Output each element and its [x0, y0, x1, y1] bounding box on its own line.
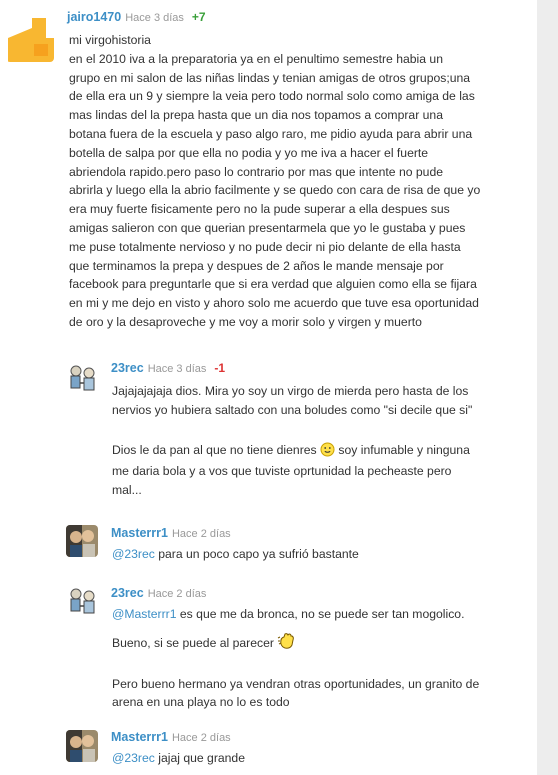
comment-line: @23rec jajaj que grande	[112, 749, 532, 768]
comment-line: Pero bueno hermano ya vendran otras opor…	[112, 676, 480, 691]
comment-line: en mi y me dejo en visto y ahoro solo me…	[69, 296, 479, 311]
scrollbar-track[interactable]	[537, 0, 558, 775]
comment-text: Dios le da pan al que no tiene dienres	[112, 442, 317, 457]
comment-text: es que me da bronca, no se puede ser tan…	[179, 607, 465, 621]
timestamp: Hace 2 días	[147, 588, 207, 600]
comment-line: era muy fuerte fisicamente pero no la pu…	[69, 202, 450, 217]
comment-text: jajaj que grande	[158, 751, 245, 765]
reply-item: 23rec Hace 2 días @Masterrr1 es que me da…	[0, 580, 537, 710]
mention-link[interactable]: @Masterrr1	[112, 607, 177, 621]
username-link[interactable]: Masterrr1	[111, 730, 168, 744]
comment-meta: jairo1470 Hace 3 días +7	[67, 10, 206, 24]
username-link[interactable]: 23rec	[111, 361, 144, 375]
reply-item: Masterrr1 Hace 2 días @23rec para un poco…	[0, 520, 537, 565]
comment-line: @23rec para un poco capo ya sufrió basta…	[112, 545, 532, 564]
timestamp: Hace 2 días	[171, 732, 231, 744]
avatar-image	[66, 586, 98, 618]
comment-line: en el 2010 iva a la preparatoria ya en e…	[69, 51, 443, 66]
reply-item: 23rec Hace 3 días -1 Jajajajajaja dios. Mi…	[0, 355, 537, 505]
comment-body: @23rec para un poco capo ya sufrió basta…	[112, 545, 532, 564]
avatar[interactable]	[6, 14, 54, 62]
timestamp: Hace 2 días	[171, 528, 231, 540]
avatar[interactable]	[66, 730, 98, 762]
comment-line: facebook para preguntarle que si era ver…	[69, 277, 477, 292]
comment-text: para un poco capo ya sufrió bastante	[158, 547, 359, 561]
comment-line: botella de salpa por que ella no podia y…	[69, 145, 429, 160]
comment-line: me puse totalmente nervioso y no pude de…	[69, 239, 461, 254]
comment-body: Jajajajajaja dios. Mira yo soy un virgo …	[112, 382, 532, 500]
avatar[interactable]	[66, 525, 98, 557]
comment-line: botana fuera de la escuela y paso algo r…	[69, 126, 473, 141]
timestamp: Hace 3 días	[125, 12, 184, 24]
reply-item: Masterrr1 Hace 2 días @23rec jajaj que gr…	[0, 725, 537, 775]
timestamp: Hace 3 días	[147, 363, 207, 375]
comment-text: Bueno, si se puede al parecer	[112, 635, 274, 650]
username-link[interactable]: Masterrr1	[111, 526, 168, 540]
comment-line: nervios yo hubiera saltado con una bolud…	[112, 402, 473, 417]
comment-meta: 23rec Hace 3 días -1	[111, 361, 225, 375]
comment-line: @Masterrr1 es que me da bronca, no se pu…	[112, 605, 532, 624]
comment-line: Dios le da pan al que no tiene dienres s…	[112, 441, 532, 463]
smiley-face-icon	[320, 442, 335, 463]
mention-link[interactable]: @23rec	[112, 547, 155, 561]
comment-line: abriendola rapido.pero paso lo contrario…	[69, 164, 444, 179]
avatar[interactable]	[66, 586, 98, 618]
avatar-image	[66, 730, 98, 762]
comment-meta: Masterrr1 Hace 2 días	[111, 526, 231, 540]
comment-line: mi virgohistoria	[69, 33, 151, 47]
avatar-image	[66, 525, 98, 557]
comment-meta: Masterrr1 Hace 2 días	[111, 730, 231, 744]
comment-body: mi virgohistoria en el 2010 iva a la pre…	[69, 31, 534, 332]
comment-line: arena en una playa no lo es todo	[112, 695, 290, 710]
avatar[interactable]	[66, 363, 98, 395]
comment-line: mal...	[112, 483, 142, 498]
comment-line: me daria bola y a vos que tuviste oprtun…	[112, 464, 452, 479]
comment-line: de ella era un 9 y siempre la veia pero …	[69, 89, 475, 104]
comment-line: amigas salieron con que querian presenta…	[69, 220, 466, 235]
comment-line: Jajajajajaja dios. Mira yo soy un virgo …	[112, 384, 469, 398]
comment-line: mas lindas del la prepa hasta que un dia…	[69, 108, 443, 123]
comment-body: @23rec jajaj que grande	[112, 749, 532, 768]
comment-meta: 23rec Hace 2 días	[111, 586, 206, 600]
waving-hand-icon	[277, 632, 297, 656]
username-link[interactable]: 23rec	[111, 586, 144, 600]
mention-link[interactable]: @23rec	[112, 751, 155, 765]
comment-line: grupo en mi salon de las niñas lindas y …	[69, 70, 471, 85]
comment-text: soy infumable y ninguna	[338, 442, 470, 457]
comment-item: jairo1470 Hace 3 días +7 mi virgohistoria …	[0, 0, 537, 340]
vote-count: -1	[214, 361, 226, 375]
comment-body: @Masterrr1 es que me da bronca, no se pu…	[112, 605, 532, 712]
comment-line: abrirla y luego ella la abrio facilmente…	[69, 183, 481, 198]
vote-count: +7	[191, 10, 206, 24]
avatar-image	[66, 363, 98, 395]
avatar-image	[6, 14, 54, 62]
comment-line: que terminamos la prepa y despues de 2 a…	[69, 258, 444, 273]
comment-line: Bueno, si se puede al parecer	[112, 632, 532, 656]
comment-line: de oro y la desaproveche y me voy a mori…	[69, 314, 422, 329]
username-link[interactable]: jairo1470	[67, 10, 121, 24]
